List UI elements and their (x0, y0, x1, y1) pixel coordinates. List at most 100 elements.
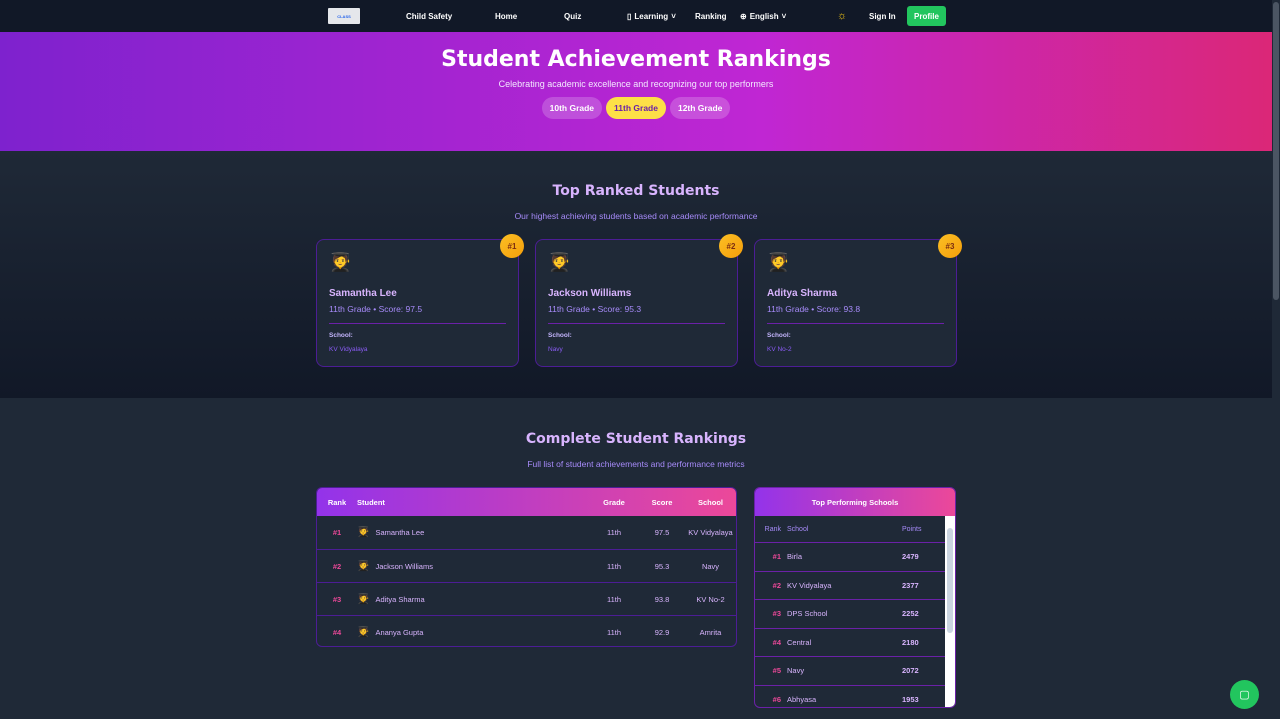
rank-badge: #2 (719, 234, 743, 258)
school-label: School: (767, 332, 791, 339)
logo[interactable]: CLASS (328, 8, 360, 24)
row-school: KV No-2 (696, 594, 725, 604)
top-student-card[interactable]: #2 🧑‍🎓 Jackson Williams 11th Grade • Sco… (535, 234, 743, 367)
complete-rankings-title: Complete Student Rankings (525, 431, 747, 447)
school-row[interactable]: #4 Central 2180 (755, 627, 947, 657)
row-score: 95.3 (654, 561, 670, 571)
top-schools-title: Top Performing Schools (755, 488, 955, 516)
school-points: 1953 (902, 694, 919, 704)
row-grade: 11th (606, 561, 622, 571)
school-points: 2479 (902, 552, 919, 562)
row-student: Jackson Williams (375, 561, 433, 571)
grade-tab-11th[interactable]: 11th Grade (606, 97, 666, 119)
table-row[interactable]: #3 🧑‍🎓 Aditya Sharma 11th 93.8 KV No-2 (317, 582, 736, 615)
row-grade: 11th (606, 528, 622, 537)
divider (767, 323, 944, 324)
page-scrollbar-thumb[interactable] (1273, 2, 1279, 300)
language-label: English (749, 11, 779, 21)
header-grade: Grade (603, 497, 625, 507)
header-student: Student (357, 497, 385, 507)
language-select[interactable]: ⊕ English ˅ (740, 0, 786, 32)
student-school: KV No-2 (767, 346, 792, 353)
schools-header-rank: Rank (764, 525, 781, 533)
school-points: 2252 (902, 609, 919, 619)
theme-toggle-sun-icon[interactable]: ☼ (837, 0, 847, 32)
divider (548, 323, 725, 324)
row-grade: 11th (606, 627, 622, 637)
chat-button[interactable]: ▢ (1230, 680, 1259, 709)
header-school: School (697, 497, 723, 507)
schools-header: Rank School Points (755, 516, 947, 542)
school-label: School: (548, 332, 572, 339)
student-name: Samantha Lee (329, 288, 397, 299)
schools-scrollbar[interactable] (945, 516, 955, 707)
school-rank: #4 (772, 637, 781, 647)
rank-badge: #1 (500, 234, 524, 258)
schools-header-points: Points (902, 525, 922, 533)
student-grade-score: 11th Grade • Score: 95.3 (548, 304, 642, 314)
school-row[interactable]: #2 KV Vidyalaya 2377 (755, 570, 947, 600)
top-student-card[interactable]: #3 🧑‍🎓 Aditya Sharma 11th Grade • Score:… (754, 234, 962, 367)
hero-banner: Student Achievement Rankings Celebrating… (0, 32, 1272, 151)
school-rank: #6 (772, 694, 781, 704)
nav-learning-label: Learning (634, 11, 669, 21)
page-title: Student Achievement Rankings (441, 47, 831, 72)
student-name: Aditya Sharma (767, 288, 838, 299)
table-row[interactable]: #2 🧑‍🎓 Jackson Williams 11th 95.3 Navy (317, 549, 736, 582)
student-name: Jackson Williams (548, 288, 632, 299)
scrollbar-thumb[interactable] (947, 528, 953, 633)
table-row[interactable]: #1 🧑‍🎓 Samantha Lee 11th 97.5 KV Vidyalay… (317, 516, 736, 549)
school-points: 2377 (902, 580, 919, 590)
table-header: Rank Student Grade Score School (317, 488, 736, 516)
school-label: School: (329, 332, 353, 339)
profile-button[interactable]: Profile (907, 6, 946, 26)
nav-ranking[interactable]: Ranking (695, 0, 727, 32)
nav-home[interactable]: Home (495, 0, 517, 32)
school-name: Central (787, 637, 812, 647)
table-row[interactable]: #4 🧑‍🎓 Ananya Gupta 11th 92.9 Amrita (317, 615, 736, 646)
nav-learning[interactable]: ▯ Learning ˅ (627, 0, 676, 32)
header-score: Score (651, 497, 673, 507)
schools-header-school: School (787, 525, 809, 533)
row-score: 92.9 (654, 627, 670, 637)
header-rank: Rank (327, 497, 347, 507)
row-school: Navy (701, 561, 720, 571)
school-rank: #2 (772, 580, 781, 590)
nav-quiz[interactable]: Quiz (564, 0, 581, 32)
top-student-card[interactable]: #1 🧑‍🎓 Samantha Lee 11th Grade • Score: … (316, 234, 524, 367)
rank-badge: #3 (938, 234, 962, 258)
row-rank: #4 (332, 627, 342, 637)
student-graduate-icon: 🧑‍🎓 (357, 593, 370, 605)
student-graduate-icon: 🧑‍🎓 (357, 527, 370, 538)
school-rank: #1 (772, 552, 781, 562)
page-scrollbar[interactable] (1272, 0, 1280, 719)
school-name: Birla (787, 552, 803, 562)
school-row[interactable]: #1 Birla 2479 (755, 542, 947, 571)
student-graduate-icon: 🧑‍🎓 (548, 252, 571, 272)
top-ranked-title: Top Ranked Students (552, 183, 720, 199)
nav-child-safety[interactable]: Child Safety (406, 0, 452, 32)
row-score: 97.5 (654, 528, 670, 537)
grade-tab-12th[interactable]: 12th Grade (669, 97, 731, 119)
row-student: Aditya Sharma (375, 594, 425, 604)
globe-icon: ⊕ (740, 11, 747, 21)
school-rank: #5 (772, 666, 781, 676)
school-row[interactable]: #5 Navy 2072 (755, 656, 947, 685)
school-row[interactable]: #6 Abhyasa 1953 (755, 684, 947, 708)
row-grade: 11th (606, 594, 622, 604)
chevron-down-icon: ˅ (781, 11, 787, 21)
top-schools-panel: Top Performing Schools Rank School Point… (754, 487, 956, 708)
page-subtitle: Celebrating academic excellence and reco… (498, 79, 774, 89)
row-rank: #3 (332, 594, 342, 604)
sign-in-button[interactable]: Sign In (869, 0, 896, 32)
rankings-table: Rank Student Grade Score School #1 🧑‍🎓 Sa… (316, 487, 737, 647)
student-school: KV Vidyalaya (329, 346, 368, 353)
complete-rankings-subtitle: Full list of student achievements and pe… (527, 459, 745, 469)
row-school: Amrita (699, 627, 722, 637)
school-name: DPS School (787, 609, 828, 619)
school-row[interactable]: #3 DPS School 2252 (755, 599, 947, 628)
row-rank: #2 (332, 561, 342, 571)
grade-tab-10th[interactable]: 10th Grade (541, 97, 603, 119)
school-name: Navy (787, 666, 805, 676)
book-icon: ▯ (627, 11, 632, 21)
